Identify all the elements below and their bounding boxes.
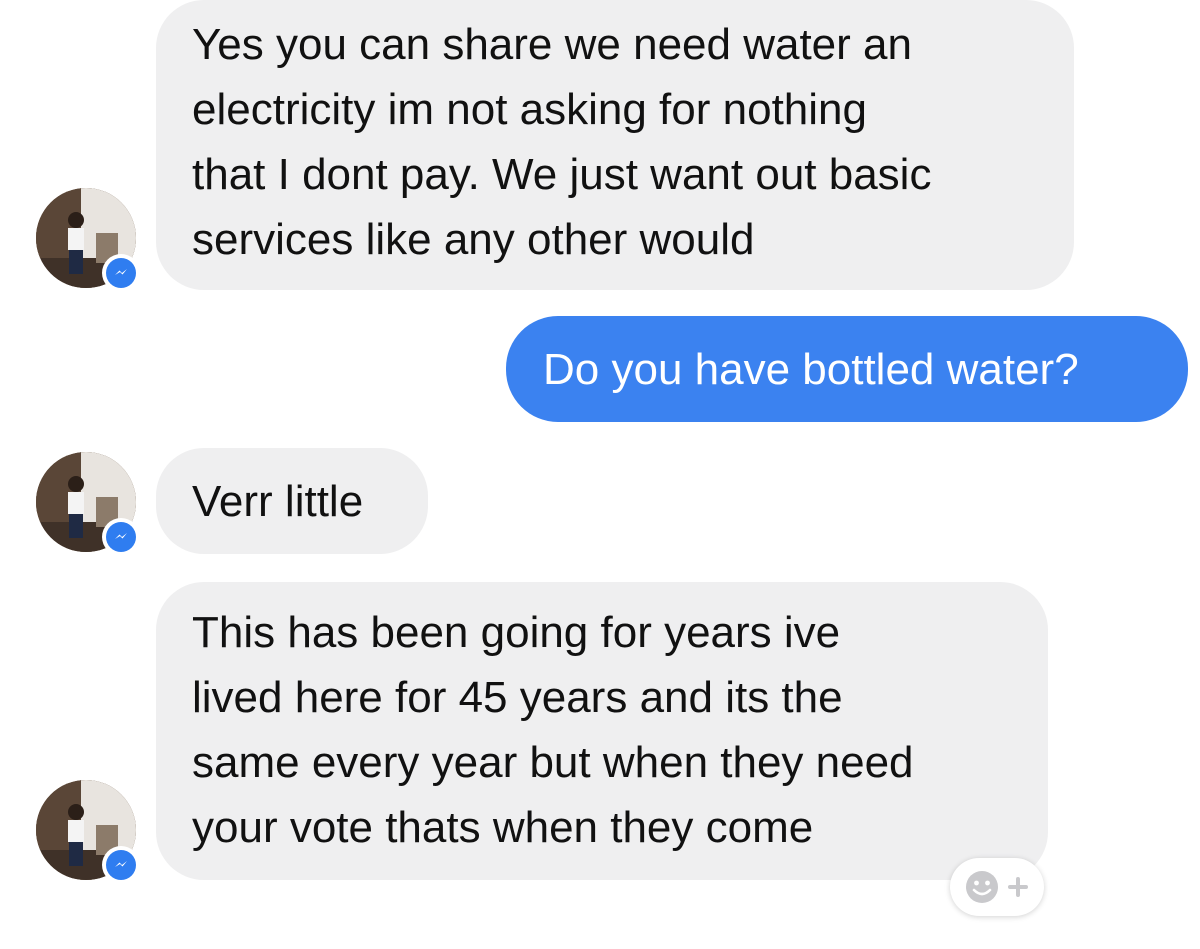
messenger-badge xyxy=(102,254,140,292)
add-reaction-button[interactable] xyxy=(950,858,1044,916)
message-bubble-outgoing[interactable]: Do you have bottled water? xyxy=(506,316,1188,422)
messenger-badge xyxy=(102,846,140,884)
messenger-icon xyxy=(106,850,136,880)
message-bubble-incoming[interactable]: Yes you can share we need water an elect… xyxy=(156,0,1074,290)
smiley-icon xyxy=(966,871,998,903)
plus-icon xyxy=(1008,877,1028,897)
message-bubble-incoming[interactable]: This has been going for years ive lived … xyxy=(156,582,1048,880)
messenger-badge xyxy=(102,518,140,556)
messenger-icon xyxy=(106,522,136,552)
messenger-icon xyxy=(106,258,136,288)
message-bubble-incoming[interactable]: Verr little xyxy=(156,448,428,554)
